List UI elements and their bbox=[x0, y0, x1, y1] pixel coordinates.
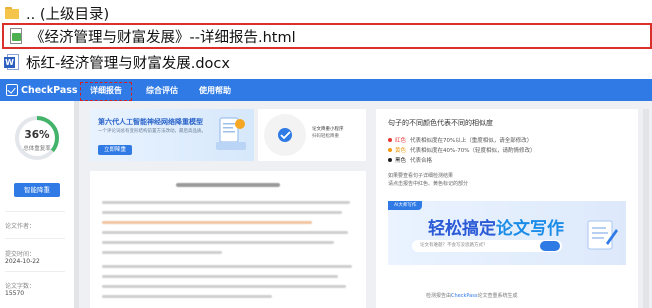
red-dot-icon bbox=[388, 138, 392, 142]
ad-title: 第六代人工智能神经网络降重模型 bbox=[98, 118, 203, 126]
footer-prefix: 检测报告由 bbox=[426, 293, 452, 299]
html-file-icon bbox=[8, 28, 24, 44]
banner-go-button[interactable] bbox=[540, 241, 560, 251]
checkmark-icon bbox=[6, 84, 18, 96]
ad-text: 一个评论词总有变形结构前置方法改动，最后高品质。 bbox=[98, 129, 206, 134]
legend-title: 句子的不同颜色代表不同的相似度 bbox=[388, 119, 493, 127]
word-file-icon: W bbox=[4, 54, 20, 70]
divider bbox=[5, 211, 65, 212]
ai-writing-tag: AI大师写作 bbox=[388, 201, 423, 210]
doc-line bbox=[102, 231, 348, 234]
legend-name: 黄色 bbox=[395, 148, 407, 154]
file-row-html-report[interactable]: 《经济管理与财富发展》--详细报告.html bbox=[2, 23, 652, 49]
file-name: 标红-经济管理与财富发展.docx bbox=[26, 55, 230, 72]
qr-card: 论文降重小程序 扫码轻松降重 bbox=[258, 109, 366, 161]
yellow-dot-icon bbox=[388, 148, 392, 152]
doc-line bbox=[102, 275, 338, 278]
reduce-now-button[interactable]: 立即降重 bbox=[98, 145, 132, 155]
qr-code-icon bbox=[264, 114, 306, 156]
word-count-value: 15570 bbox=[5, 290, 25, 297]
nav-tab-help[interactable]: 使用帮助 bbox=[199, 85, 231, 96]
divider bbox=[5, 238, 65, 239]
headline-part: 轻松搞定 bbox=[428, 219, 496, 239]
file-name: .. (上级目录) bbox=[26, 6, 110, 23]
file-name: 《经济管理与财富发展》--详细报告.html bbox=[30, 29, 296, 46]
legend-panel: 句子的不同颜色代表不同的相似度 红色 代表相似度在70%以上（重度相似，请全部修… bbox=[376, 109, 638, 308]
report-preview: CheckPass 详细报告 综合评估 使用帮助 36% 总体重复率 智能降重 … bbox=[0, 79, 652, 308]
doc-line bbox=[102, 285, 346, 288]
legend-desc: 代表合格 bbox=[410, 158, 433, 164]
divider bbox=[5, 271, 65, 272]
ai-writing-banner[interactable]: AI大师写作 轻松搞定论文写作 论文有难题？不会写没思路方式？ bbox=[388, 201, 626, 265]
report-footer: 检测报告由CheckPass论文查重系统生成 bbox=[426, 292, 517, 299]
legend-item-black: 黑色 代表合格 bbox=[388, 156, 432, 164]
footer-brand: CheckPass bbox=[451, 293, 478, 299]
legend-item-red: 红色 代表相似度在70%以上（重度相似，请全部修改） bbox=[388, 136, 532, 144]
overall-similarity-percent: 36% bbox=[24, 129, 50, 141]
doc-line-highlight bbox=[102, 221, 312, 224]
black-dot-icon bbox=[388, 158, 392, 162]
legend-name: 黑色 bbox=[395, 158, 407, 164]
brand-name: CheckPass bbox=[21, 84, 78, 96]
doc-line bbox=[102, 241, 334, 244]
legend-desc: 代表相似度在40%-70%（轻度相似，请酌情修改） bbox=[410, 148, 536, 154]
nav-tab-overall-assessment[interactable]: 综合评估 bbox=[146, 85, 178, 96]
qr-title: 论文降重小程序 bbox=[312, 127, 344, 132]
doc-line bbox=[102, 265, 352, 268]
doc-line bbox=[102, 201, 350, 204]
doc-line bbox=[102, 211, 342, 214]
qr-subtitle: 扫码轻松降重 bbox=[312, 134, 339, 139]
doc-line bbox=[102, 251, 222, 254]
checkpass-logo[interactable]: CheckPass bbox=[6, 84, 78, 96]
sidebar-scrollbar[interactable] bbox=[74, 101, 79, 308]
footer-suffix: 论文查重系统生成 bbox=[477, 293, 518, 299]
writing-illustration-icon bbox=[587, 220, 618, 250]
active-tab-highlight bbox=[80, 82, 132, 101]
submit-time-label: 提交时间： bbox=[5, 251, 36, 258]
ad-banner[interactable]: 第六代人工智能神经网络降重模型 一个评论词总有变形结构前置方法改动，最后高品质。… bbox=[90, 109, 254, 161]
legend-desc: 代表相似度在70%以上（重度相似，请全部修改） bbox=[410, 138, 533, 144]
legend-note: 如果要查看句子详细检测结果 bbox=[388, 173, 454, 179]
legend-name: 红色 bbox=[395, 138, 407, 144]
banner-headline: 轻松搞定论文写作 bbox=[428, 214, 564, 239]
right-scrollbar[interactable] bbox=[643, 109, 649, 308]
report-document-body bbox=[90, 171, 366, 308]
legend-item-yellow: 黄色 代表相似度在40%-70%（轻度相似，请酌情修改） bbox=[388, 146, 535, 154]
document-illustration-icon bbox=[216, 117, 246, 150]
file-row-docx[interactable]: W 标红-经济管理与财富发展.docx bbox=[0, 50, 300, 74]
headline-part: 论文写作 bbox=[496, 219, 564, 239]
doc-title-line bbox=[176, 183, 280, 187]
overall-similarity-label: 总体重复率 bbox=[23, 146, 51, 152]
doc-line bbox=[102, 295, 272, 298]
submit-time-value: 2024-10-22 bbox=[5, 258, 40, 265]
word-count-label: 论文字数： bbox=[5, 283, 36, 290]
author-label: 论文作者： bbox=[5, 223, 36, 230]
report-sidebar: 36% 总体重复率 智能降重 论文作者： 提交时间： 2024-10-22 论文… bbox=[0, 101, 75, 308]
legend-note: 请点击报告中红色、黄色标记的部分 bbox=[388, 181, 469, 187]
folder-icon bbox=[4, 5, 20, 21]
report-topbar: CheckPass 详细报告 综合评估 使用帮助 bbox=[0, 79, 652, 101]
smart-reduce-button[interactable]: 智能降重 bbox=[14, 183, 60, 197]
file-row-parent-dir[interactable]: .. (上级目录) bbox=[0, 1, 200, 25]
